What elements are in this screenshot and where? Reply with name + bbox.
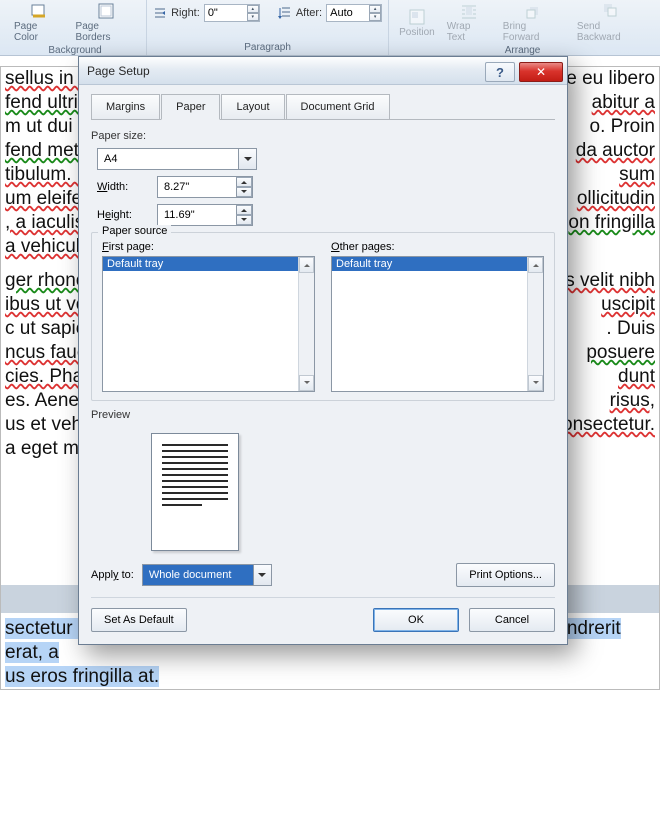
apply-to-combo[interactable] xyxy=(142,564,272,586)
other-pages-label: Other pages: xyxy=(331,241,544,253)
scroll-up-icon xyxy=(528,257,543,273)
print-options-button[interactable]: Print Options... xyxy=(456,563,555,587)
tab-layout[interactable]: Layout xyxy=(221,94,284,120)
ribbon-group-paragraph: Right: ▴▾ After: ▴▾ Paragraph xyxy=(147,0,389,55)
tab-paper[interactable]: Paper xyxy=(161,94,220,120)
paper-size-combo[interactable] xyxy=(97,148,257,170)
bring-forward-button: Bring Forward xyxy=(499,0,569,45)
spinner-icon[interactable]: ▴▾ xyxy=(247,5,259,21)
first-page-list[interactable]: Default tray xyxy=(102,256,315,392)
scrollbar[interactable] xyxy=(298,257,314,391)
paint-bucket-icon xyxy=(30,2,48,20)
borders-icon xyxy=(97,2,115,20)
page-setup-dialog: Page Setup ? ✕ Margins Paper Layout Docu… xyxy=(78,56,568,645)
spinner-icon[interactable] xyxy=(236,205,252,225)
page-color-button[interactable]: Page Color xyxy=(10,0,68,45)
tab-margins[interactable]: Margins xyxy=(91,94,160,120)
wrap-text-icon xyxy=(460,2,478,20)
chevron-down-icon[interactable] xyxy=(253,565,271,585)
width-label: Width: xyxy=(97,181,149,193)
close-button[interactable]: ✕ xyxy=(519,62,563,82)
height-spin[interactable] xyxy=(157,204,253,226)
spinner-icon[interactable]: ▴▾ xyxy=(369,5,381,21)
spinner-icon[interactable] xyxy=(236,177,252,197)
send-backward-button: Send Backward xyxy=(573,0,650,45)
scroll-down-icon xyxy=(528,375,543,391)
help-icon: ? xyxy=(496,65,504,80)
spacing-after-label: After: xyxy=(296,7,322,19)
position-icon xyxy=(408,8,426,26)
wrap-text-button: Wrap Text xyxy=(443,0,495,45)
ribbon: Page Color Page Borders Background Right… xyxy=(0,0,660,56)
page-borders-button[interactable]: Page Borders xyxy=(72,0,141,45)
scroll-up-icon xyxy=(299,257,314,273)
width-spin[interactable] xyxy=(157,176,253,198)
apply-to-label: Apply to: xyxy=(91,569,134,581)
indent-right-icon xyxy=(153,6,167,20)
separator xyxy=(91,597,555,598)
indent-right-label: Right: xyxy=(171,7,200,19)
preview-label: Preview xyxy=(91,409,555,421)
position-button: Position xyxy=(395,6,439,40)
list-item[interactable]: Default tray xyxy=(332,257,543,271)
ok-button[interactable]: OK xyxy=(373,608,459,632)
ribbon-group-background: Page Color Page Borders Background xyxy=(4,0,147,55)
tab-document-grid[interactable]: Document Grid xyxy=(286,94,390,120)
ribbon-group-arrange: Position Wrap Text Bring Forward Send Ba… xyxy=(389,0,656,55)
list-item[interactable]: Default tray xyxy=(103,257,314,271)
scroll-down-icon xyxy=(299,375,314,391)
send-backward-icon xyxy=(602,2,620,20)
other-pages-list[interactable]: Default tray xyxy=(331,256,544,392)
chevron-down-icon[interactable] xyxy=(238,149,256,169)
height-label: Height: xyxy=(97,209,149,221)
set-as-default-button[interactable]: Set As Default xyxy=(91,608,187,632)
paper-size-value[interactable] xyxy=(97,148,257,170)
paper-source-label: Paper source xyxy=(98,225,171,237)
bring-forward-icon xyxy=(525,2,543,20)
preview-page-icon xyxy=(151,433,239,551)
close-icon: ✕ xyxy=(536,65,546,79)
dialog-titlebar[interactable]: Page Setup ? ✕ xyxy=(79,57,567,85)
paper-source-group: Paper source First page: Default tray Ot… xyxy=(91,232,555,401)
cancel-button[interactable]: Cancel xyxy=(469,608,555,632)
dialog-tabs: Margins Paper Layout Document Grid xyxy=(91,93,555,120)
help-button[interactable]: ? xyxy=(485,62,515,82)
spacing-after-icon xyxy=(278,6,292,20)
first-page-label: First page: xyxy=(102,241,315,253)
dialog-title: Page Setup xyxy=(87,64,150,78)
paper-size-label: Paper size: xyxy=(91,130,555,142)
scrollbar[interactable] xyxy=(527,257,543,391)
preview-area xyxy=(91,425,555,557)
group-label-paragraph: Paragraph xyxy=(244,42,291,55)
